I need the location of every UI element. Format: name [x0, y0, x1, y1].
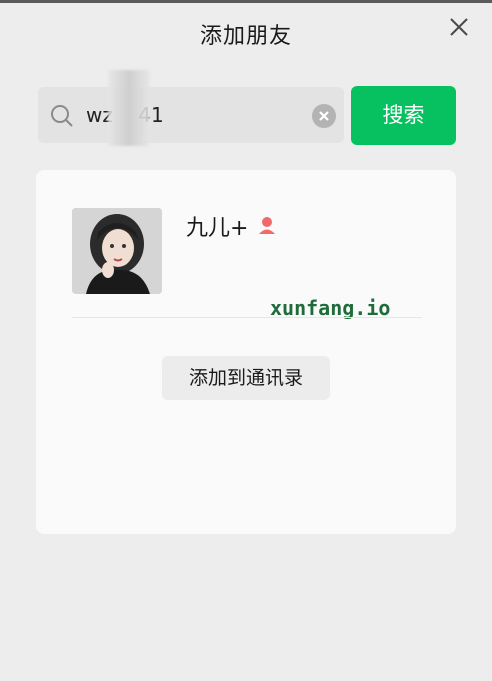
female-icon: [256, 215, 278, 237]
search-button[interactable]: 搜索: [351, 86, 456, 145]
search-icon: [50, 104, 74, 128]
divider: [72, 317, 422, 318]
privacy-blur: [108, 70, 150, 146]
search-result-card: 九儿+ xunfang.io 添加到通讯录: [36, 170, 456, 534]
clear-icon[interactable]: [312, 104, 336, 128]
dialog-title: 添加朋友: [199, 24, 292, 49]
close-icon[interactable]: [446, 14, 472, 40]
nickname-text: 九儿+: [186, 216, 249, 241]
avatar[interactable]: [72, 208, 162, 294]
contact-nickname: 九儿+: [186, 210, 278, 242]
search-box[interactable]: [38, 87, 344, 143]
window-top-border: [0, 0, 492, 3]
add-to-contacts-button[interactable]: 添加到通讯录: [162, 356, 330, 400]
